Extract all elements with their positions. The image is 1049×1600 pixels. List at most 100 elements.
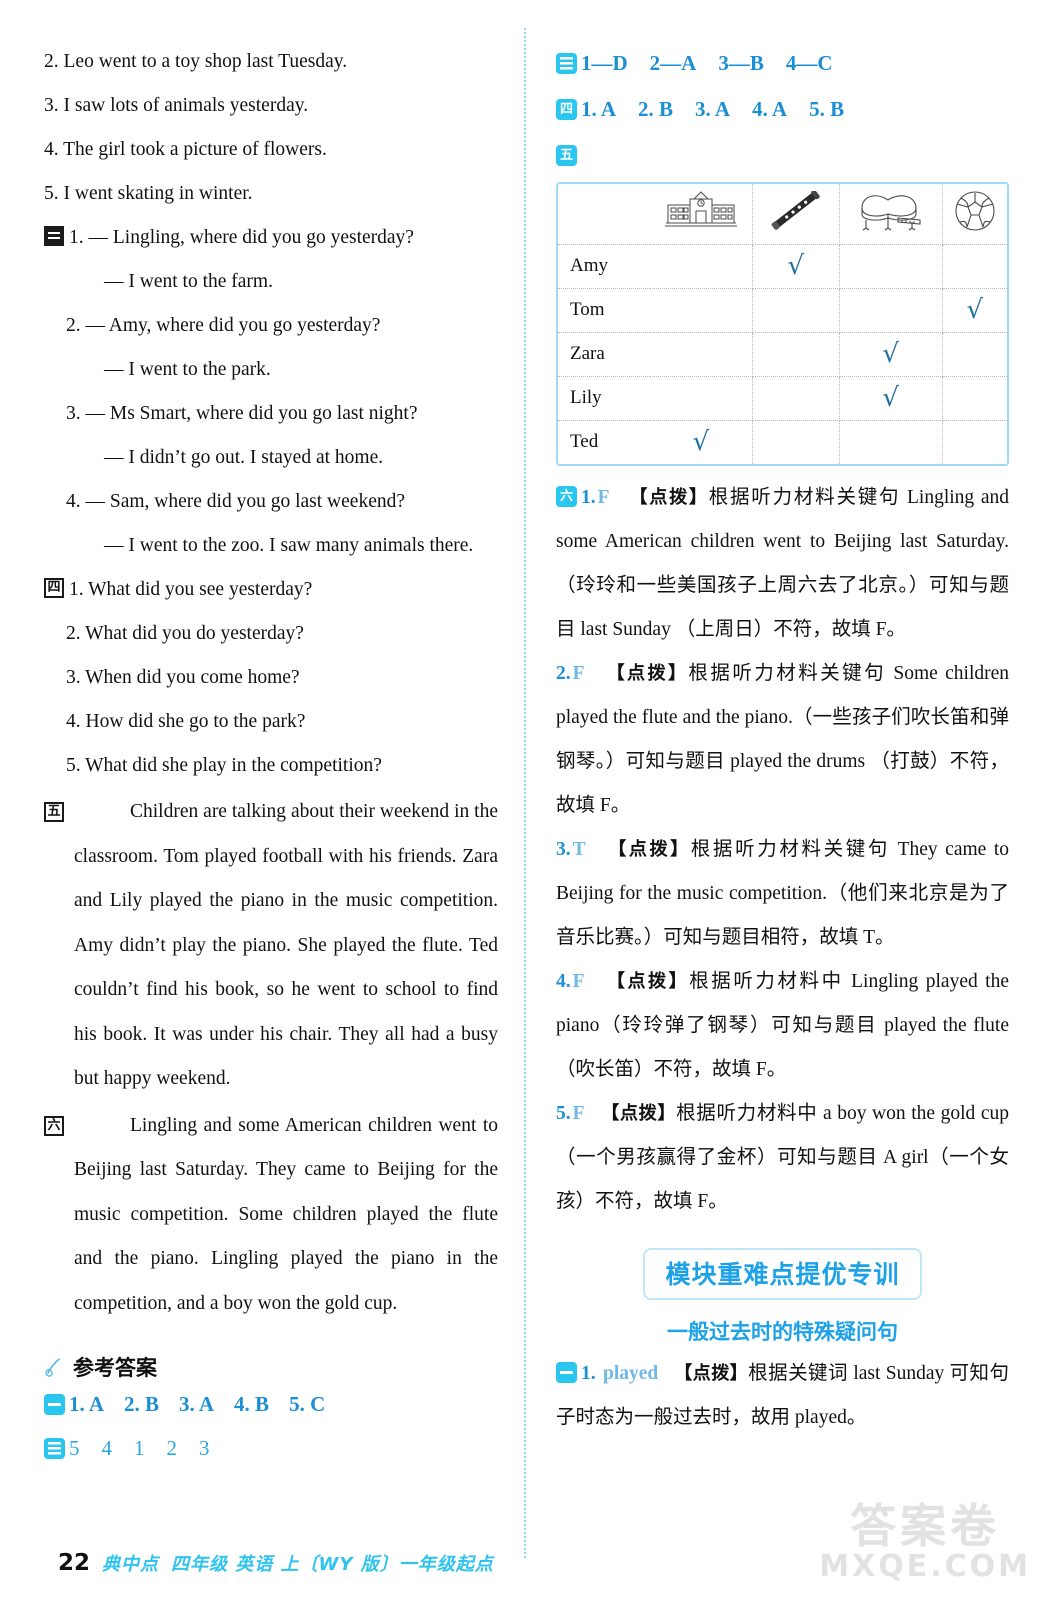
explanation-item: 3. T 【点拨】根据听力材料关键句 They came to Beijing f… [556, 828, 1009, 960]
section-4-item: 四 1. What did you see yesterday? [44, 568, 498, 612]
explanation-number: 3. [556, 839, 571, 860]
answer-choice: 3. A [179, 1392, 215, 1416]
tip-label: 【点拨】 [674, 1363, 749, 1384]
row-label: Amy [558, 244, 650, 289]
answer-seq: 5 [69, 1436, 80, 1460]
training-item: 1. played 【点拨】根据关键词 last Sunday 可知句子时态为一… [556, 1352, 1009, 1440]
section-4-item: 2. What did you do yesterday? [66, 623, 304, 644]
answer-marker-three [556, 53, 577, 74]
school-icon [664, 191, 737, 227]
answer-choice: 1. A [69, 1392, 105, 1416]
banner-container: 模块重难点提优专训 [556, 1248, 1009, 1300]
section-marker-six: 六 [44, 1115, 64, 1136]
explanation-answer: F [572, 971, 585, 992]
column-header-football [942, 184, 1007, 245]
explanation-answer: F [572, 663, 585, 684]
row-label: Ted [570, 431, 599, 453]
answers-three-row: 1—D 2—A 3—B 4—C [556, 40, 1009, 86]
cell-zara-school [650, 332, 753, 377]
answer-marker-one [44, 1394, 65, 1415]
cell-amy-flute: √ [752, 244, 840, 289]
section-5-paragraph: 五 Children are talking about their weeke… [44, 790, 498, 1102]
explanation-text: 根据听力材料关键句 Lingling and some American chi… [556, 487, 1009, 640]
cell-lily-piano: √ [839, 376, 943, 421]
football-icon [955, 191, 995, 231]
row-label: Zara [558, 332, 650, 377]
page-number: 22 [58, 1550, 91, 1576]
match-pair: 2—A [649, 51, 697, 75]
cell-zara-flute [752, 332, 840, 377]
training-marker-one [556, 1362, 577, 1383]
section-6-paragraph: 六 Lingling and some American children we… [44, 1104, 498, 1327]
explanation-number: 4. [556, 971, 571, 992]
explanation-text: 根据听力材料关键句 Some children played the flute… [556, 663, 1010, 816]
listening-sentence: 5. I went skating in winter. [44, 183, 253, 204]
answer-key-heading: 参考答案 [44, 1352, 498, 1382]
tip-label: 【点拨】 [606, 971, 690, 992]
column-header-piano [839, 184, 943, 245]
explanation-answer: T [572, 839, 586, 860]
answer-marker-two [44, 1438, 65, 1459]
answer-choice: 4. A [752, 97, 788, 121]
cell-tom-school [650, 288, 753, 333]
listening-sentence: 2. Leo went to a toy shop last Tuesday. [44, 51, 348, 72]
explanation-item: 2. F 【点拨】根据听力材料关键句 Some children played t… [556, 652, 1009, 828]
section-marker-five: 五 [44, 802, 64, 822]
section-5-text: Children are talking about their weekend… [74, 801, 498, 1089]
table-header-row [558, 184, 1007, 245]
check-mark: √ [787, 251, 805, 281]
activity-table: Amy √ Tom √ Zara √ Lily √ Ted √ [556, 182, 1009, 466]
cell-ted-football [942, 420, 1007, 464]
listening-sentence: 3. I saw lots of animals yesterday. [44, 95, 309, 116]
tip-label: 【点拨】 [608, 839, 691, 860]
training-answer: played [602, 1363, 659, 1384]
section-3-item: — I went to the park. [104, 359, 271, 380]
cell-tom-football: √ [942, 288, 1007, 333]
answer-key-page: 2. Leo went to a toy shop last Tuesday. … [0, 0, 1049, 1600]
explanation-answer: F [572, 1103, 585, 1124]
table-row: Ted √ [558, 420, 1007, 464]
cell-ted-piano [839, 420, 943, 464]
training-number: 1. [581, 1363, 596, 1384]
section-3-item: — I didn’t go out. I stayed at home. [104, 447, 384, 468]
table-row: Amy √ [558, 244, 1007, 289]
answer-seq: 2 [166, 1436, 178, 1460]
cell-lily-football [942, 376, 1007, 421]
section-3-item: — I went to the farm. [104, 271, 273, 292]
section-3-item: 4. — Sam, where did you go last weekend? [66, 491, 406, 512]
match-pair: 3—B [718, 51, 764, 75]
section-4-text: 1. What did you see yesterday? [69, 579, 313, 600]
table-corner-cell [558, 184, 650, 245]
section-marker-three [44, 226, 64, 246]
cell-zara-piano: √ [839, 332, 943, 377]
cell-lily-flute [752, 376, 840, 421]
section-6-text: Lingling and some American children went… [74, 1114, 498, 1314]
table-row: Lily √ [558, 376, 1007, 421]
right-column: 1—D 2—A 3—B 4—C 四 1. A 2. B 3. A 4. A 5. B 五 [524, 0, 1049, 1600]
tip-label: 【点拨】 [606, 663, 689, 684]
section-marker-four: 四 [44, 578, 64, 598]
watermark-line-2: MXQE.COM [819, 1548, 1031, 1584]
check-mark: √ [882, 339, 899, 369]
answer-choice: 2. B [638, 97, 674, 121]
table-row: Tom √ [558, 288, 1007, 333]
answer-choice: 5. C [289, 1392, 326, 1416]
left-column: 2. Leo went to a toy shop last Tuesday. … [0, 0, 524, 1600]
section-3-item: 1. — Lingling, where did you go yesterda… [44, 216, 498, 260]
answer-row-one: 1. A 2. B 3. A 4. B 5. C [44, 1382, 498, 1426]
tip-label: 【点拨】 [629, 487, 709, 508]
answer-marker-five: 五 [556, 145, 577, 166]
watermark: 答案卷 MXQE.COM [819, 1502, 1031, 1582]
explanation-number: 2. [556, 663, 571, 684]
answer-choice: 2. B [124, 1392, 160, 1416]
answer-choice: 5. B [809, 97, 845, 121]
section-4-item: 3. When did you come home? [66, 667, 300, 688]
flute-icon [771, 191, 820, 231]
cell-amy-football [942, 244, 1007, 289]
answer-seq: 1 [134, 1436, 145, 1460]
answer-marker-four: 四 [556, 99, 577, 120]
brand-name: 典中点 [102, 1554, 160, 1575]
explanation-number: 5. [556, 1103, 571, 1124]
section-3-item: 2. — Amy, where did you go yesterday? [66, 315, 381, 336]
section-4-item: 4. How did she go to the park? [66, 711, 306, 732]
